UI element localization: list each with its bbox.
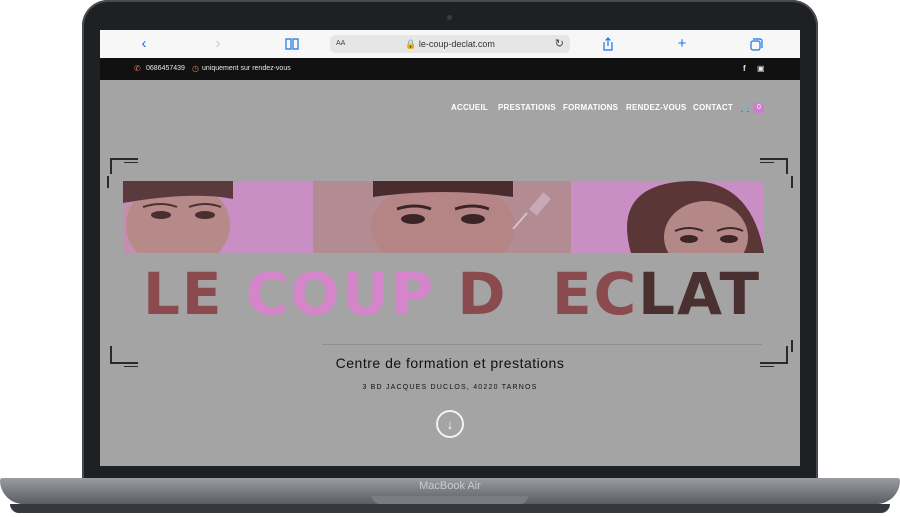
- site-topbar: ✆ 0686457439 ◷ uniquement sur rendez-vou…: [100, 58, 800, 80]
- cart-icon[interactable]: 🛒: [740, 102, 752, 113]
- hero-photo-man-center: [313, 181, 571, 253]
- title-part-ec: EC: [507, 260, 639, 328]
- reload-icon[interactable]: ↻: [555, 35, 564, 53]
- cart-count-badge: 0: [754, 103, 764, 113]
- tabs-icon: [749, 38, 763, 51]
- nav-item-accueil[interactable]: ACCUEIL: [451, 103, 488, 112]
- browser-toolbar: ‹ › AA 🔒 le-coup-declat.com ↻ +: [100, 30, 800, 59]
- laptop-notch: [372, 496, 528, 504]
- plus-icon: +: [677, 35, 687, 52]
- hero-title: LE COUP D ECLAT: [122, 260, 782, 328]
- nav-item-prestations[interactable]: PRESTATIONS: [498, 103, 556, 112]
- instagram-icon[interactable]: ▣: [757, 58, 765, 80]
- chevron-left-icon: ‹: [141, 35, 147, 52]
- camera: [447, 15, 452, 20]
- nav-item-rendez-vous[interactable]: RENDEZ-VOUS: [626, 103, 686, 112]
- hero-address: 3 BD JACQUES DUCLOS, 40220 TARNOS: [362, 384, 538, 391]
- hero-photo-woman-left: [123, 181, 313, 253]
- bookmarks-button[interactable]: [282, 35, 302, 53]
- lock-icon: 🔒: [405, 39, 417, 49]
- device-brand-label: MacBook Air: [419, 480, 481, 492]
- title-part-d: D: [435, 260, 508, 328]
- phone-number[interactable]: 0686457439: [146, 58, 185, 80]
- title-part-le: LE: [142, 260, 246, 328]
- forward-button[interactable]: ›: [208, 35, 228, 53]
- clock-icon: ◷: [192, 64, 199, 73]
- hero-photo-woman-right: [571, 181, 764, 253]
- nav-item-contact[interactable]: CONTACT: [693, 103, 733, 112]
- tabs-button[interactable]: [746, 35, 766, 53]
- main-nav: ACCUEIL PRESTATIONS FORMATIONS RENDEZ-VO…: [100, 102, 800, 117]
- hero-subtitle: Centre de formation et prestations: [335, 355, 565, 371]
- title-part-coup: COUP: [245, 260, 436, 328]
- chevron-right-icon: ›: [215, 35, 221, 52]
- url-text: le-coup-declat.com: [418, 39, 495, 49]
- appointment-note: uniquement sur rendez-vous: [202, 65, 291, 72]
- phone-icon: ✆: [134, 64, 141, 73]
- share-icon: [603, 37, 613, 51]
- book-icon: [285, 38, 299, 50]
- url-display: 🔒 le-coup-declat.com: [330, 35, 570, 53]
- arrow-down-icon: ↓: [446, 416, 454, 432]
- share-button[interactable]: [598, 35, 618, 53]
- new-tab-button[interactable]: +: [672, 35, 692, 53]
- screen: ‹ › AA 🔒 le-coup-declat.com ↻ + ✆ 068645…: [100, 30, 800, 466]
- facebook-icon[interactable]: f: [743, 58, 746, 80]
- title-part-lat: LAT: [638, 260, 762, 328]
- back-button[interactable]: ‹: [134, 35, 154, 53]
- divider: [322, 344, 762, 345]
- address-bar[interactable]: AA 🔒 le-coup-declat.com ↻: [330, 35, 570, 53]
- nav-item-formations[interactable]: FORMATIONS: [563, 103, 618, 112]
- scroll-down-button[interactable]: ↓: [436, 410, 464, 438]
- laptop-foot: [10, 504, 890, 513]
- laptop-frame: ‹ › AA 🔒 le-coup-declat.com ↻ + ✆ 068645…: [0, 0, 900, 517]
